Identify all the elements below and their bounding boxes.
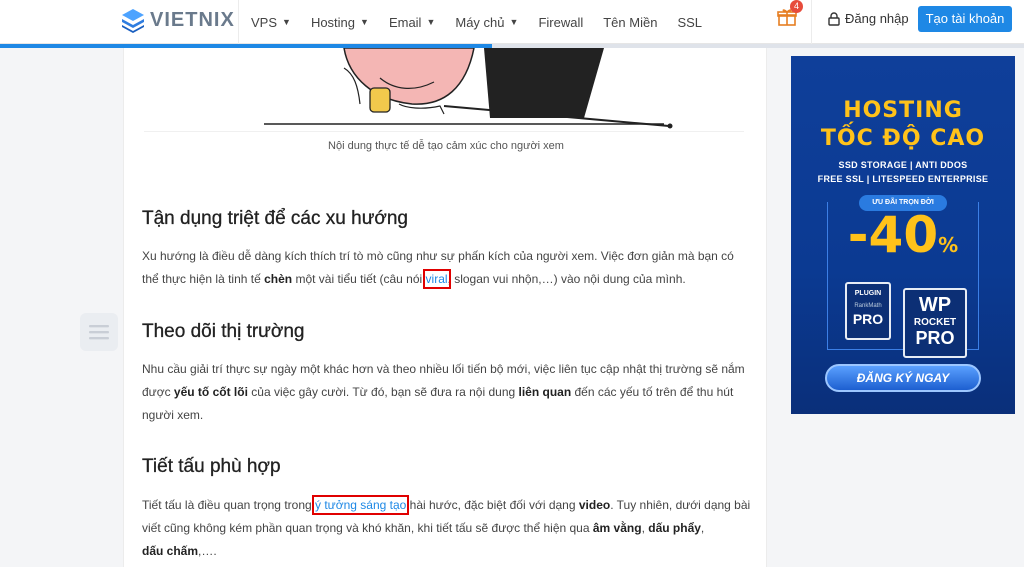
section-paragraph: Xu hướng là điều dễ dàng kích thích trí … xyxy=(142,245,752,291)
text-run: , slogan vui nhộn,…) vào nội dung của mì… xyxy=(447,272,686,286)
nav-label: SSL xyxy=(677,14,703,30)
logo-icon xyxy=(122,9,144,33)
bold-text: âm vằng xyxy=(592,521,642,535)
nav-item-ten-mien[interactable]: Tên Miền xyxy=(603,15,657,30)
bold-text: chèn xyxy=(264,272,293,286)
text-run: hài hước, đặc biệt đối với dạng xyxy=(406,498,579,512)
image-caption: Nội dung thực tế dễ tạo cảm xúc cho ngườ… xyxy=(328,140,564,152)
nav-item-hosting[interactable]: Hosting ▼ xyxy=(311,15,369,30)
nav-item-vps[interactable]: VPS ▼ xyxy=(251,15,291,30)
section-heading: Tận dụng triệt để các xu hướng xyxy=(142,208,408,229)
ad-title-line2: TỐC ĐỘ CAO xyxy=(820,126,986,151)
header-divider xyxy=(811,0,812,44)
creative-idea-link[interactable]: ý tưởng sáng tạo xyxy=(312,495,410,515)
gift-label: WP xyxy=(918,294,952,316)
section-paragraph: Tiết tấu là điều quan trọng trong ý tưởn… xyxy=(142,494,752,563)
text-run: , xyxy=(700,521,705,535)
login-link[interactable]: Đăng nhập xyxy=(828,11,909,26)
ad-discount: -40% xyxy=(791,206,1015,264)
nav-label: Hosting xyxy=(310,14,356,30)
chevron-down-icon: ▼ xyxy=(426,17,436,27)
nav-item-may-chu[interactable]: Máy chủ ▼ xyxy=(455,15,518,30)
text-run: của việc gây cười. Từ đó, bạn sẽ đưa ra … xyxy=(247,385,519,399)
ad-subtitle-line2: FREE SSL | LITESPEED ENTERPRISE xyxy=(817,174,989,184)
plugin-gift-box: PLUGIN RankMath PRO xyxy=(845,282,891,340)
nav-label: Email xyxy=(388,14,422,30)
logo-text: VIETNIX xyxy=(150,8,235,31)
bold-text: video xyxy=(578,498,611,512)
section-heading: Tiết tấu phù hợp xyxy=(142,456,281,477)
gift-label: ROCKET xyxy=(913,317,957,328)
wp-rocket-gift-box: WP ROCKET PRO xyxy=(903,288,967,358)
main-nav: VPS ▼ Hosting ▼ Email ▼ Máy chủ ▼ Firewall T… xyxy=(238,0,722,44)
site-header: VIETNIX VPS ▼ Hosting ▼ Email ▼ Máy chủ ▼ Fi… xyxy=(0,0,1024,44)
bold-text: dấu phẩy xyxy=(648,521,701,535)
nav-label: VPS xyxy=(251,14,278,30)
ad-subtitle-line1: SSD STORAGE | ANTI DDOS xyxy=(838,160,968,170)
chevron-down-icon: ▼ xyxy=(282,17,291,27)
section-heading: Theo dõi thị trường xyxy=(142,321,305,342)
article-content: Nội dung thực tế dễ tạo cảm xúc cho ngườ… xyxy=(123,48,767,567)
menu-icon xyxy=(89,325,109,340)
nav-item-ssl[interactable]: SSL xyxy=(677,15,702,30)
article-illustration xyxy=(144,48,744,132)
gift-label: PRO xyxy=(915,328,955,348)
chevron-down-icon: ▼ xyxy=(360,17,369,27)
ad-percent-sign: % xyxy=(938,233,959,257)
gift-label: PRO xyxy=(852,311,884,327)
ad-discount-value: -40 xyxy=(847,206,939,264)
text-run: Tiết tấu là điều quan trọng trong xyxy=(142,498,316,512)
signup-button[interactable]: Tạo tài khoản xyxy=(918,6,1012,32)
viral-link[interactable]: viral xyxy=(422,269,451,289)
hosting-ad-banner[interactable]: HOSTING TỐC ĐỘ CAO SSD STORAGE | ANTI DD… xyxy=(791,56,1015,414)
section-paragraph: Nhu cầu giải trí thực sự ngày một khác h… xyxy=(142,358,752,427)
nav-label: Máy chủ xyxy=(455,14,505,30)
nav-label: Tên Miền xyxy=(603,14,658,30)
lock-icon xyxy=(828,11,840,26)
bold-text: yếu tố cốt lõi xyxy=(173,385,248,399)
chevron-down-icon: ▼ xyxy=(509,17,519,27)
notification-badge: 4 xyxy=(790,0,803,13)
nav-item-firewall[interactable]: Firewall xyxy=(538,15,583,30)
bold-text: liên quan xyxy=(518,385,572,399)
ad-title-line1: HOSTING xyxy=(843,98,963,123)
text-run: ,…. xyxy=(198,544,217,558)
table-of-contents-button[interactable] xyxy=(80,313,118,351)
nav-label: Firewall xyxy=(538,14,584,30)
gift-label: RankMath xyxy=(854,303,882,309)
vietnix-logo[interactable]: VIETNIX xyxy=(120,7,235,33)
nav-item-email[interactable]: Email ▼ xyxy=(389,15,435,30)
ad-register-button[interactable]: ĐĂNG KÝ NGAY xyxy=(825,364,981,392)
login-label: Đăng nhập xyxy=(845,11,909,26)
text-run: một vài tiểu tiết (câu nói xyxy=(292,272,426,286)
bold-text: dấu chấm xyxy=(142,544,199,558)
gift-label: PLUGIN xyxy=(854,290,882,297)
